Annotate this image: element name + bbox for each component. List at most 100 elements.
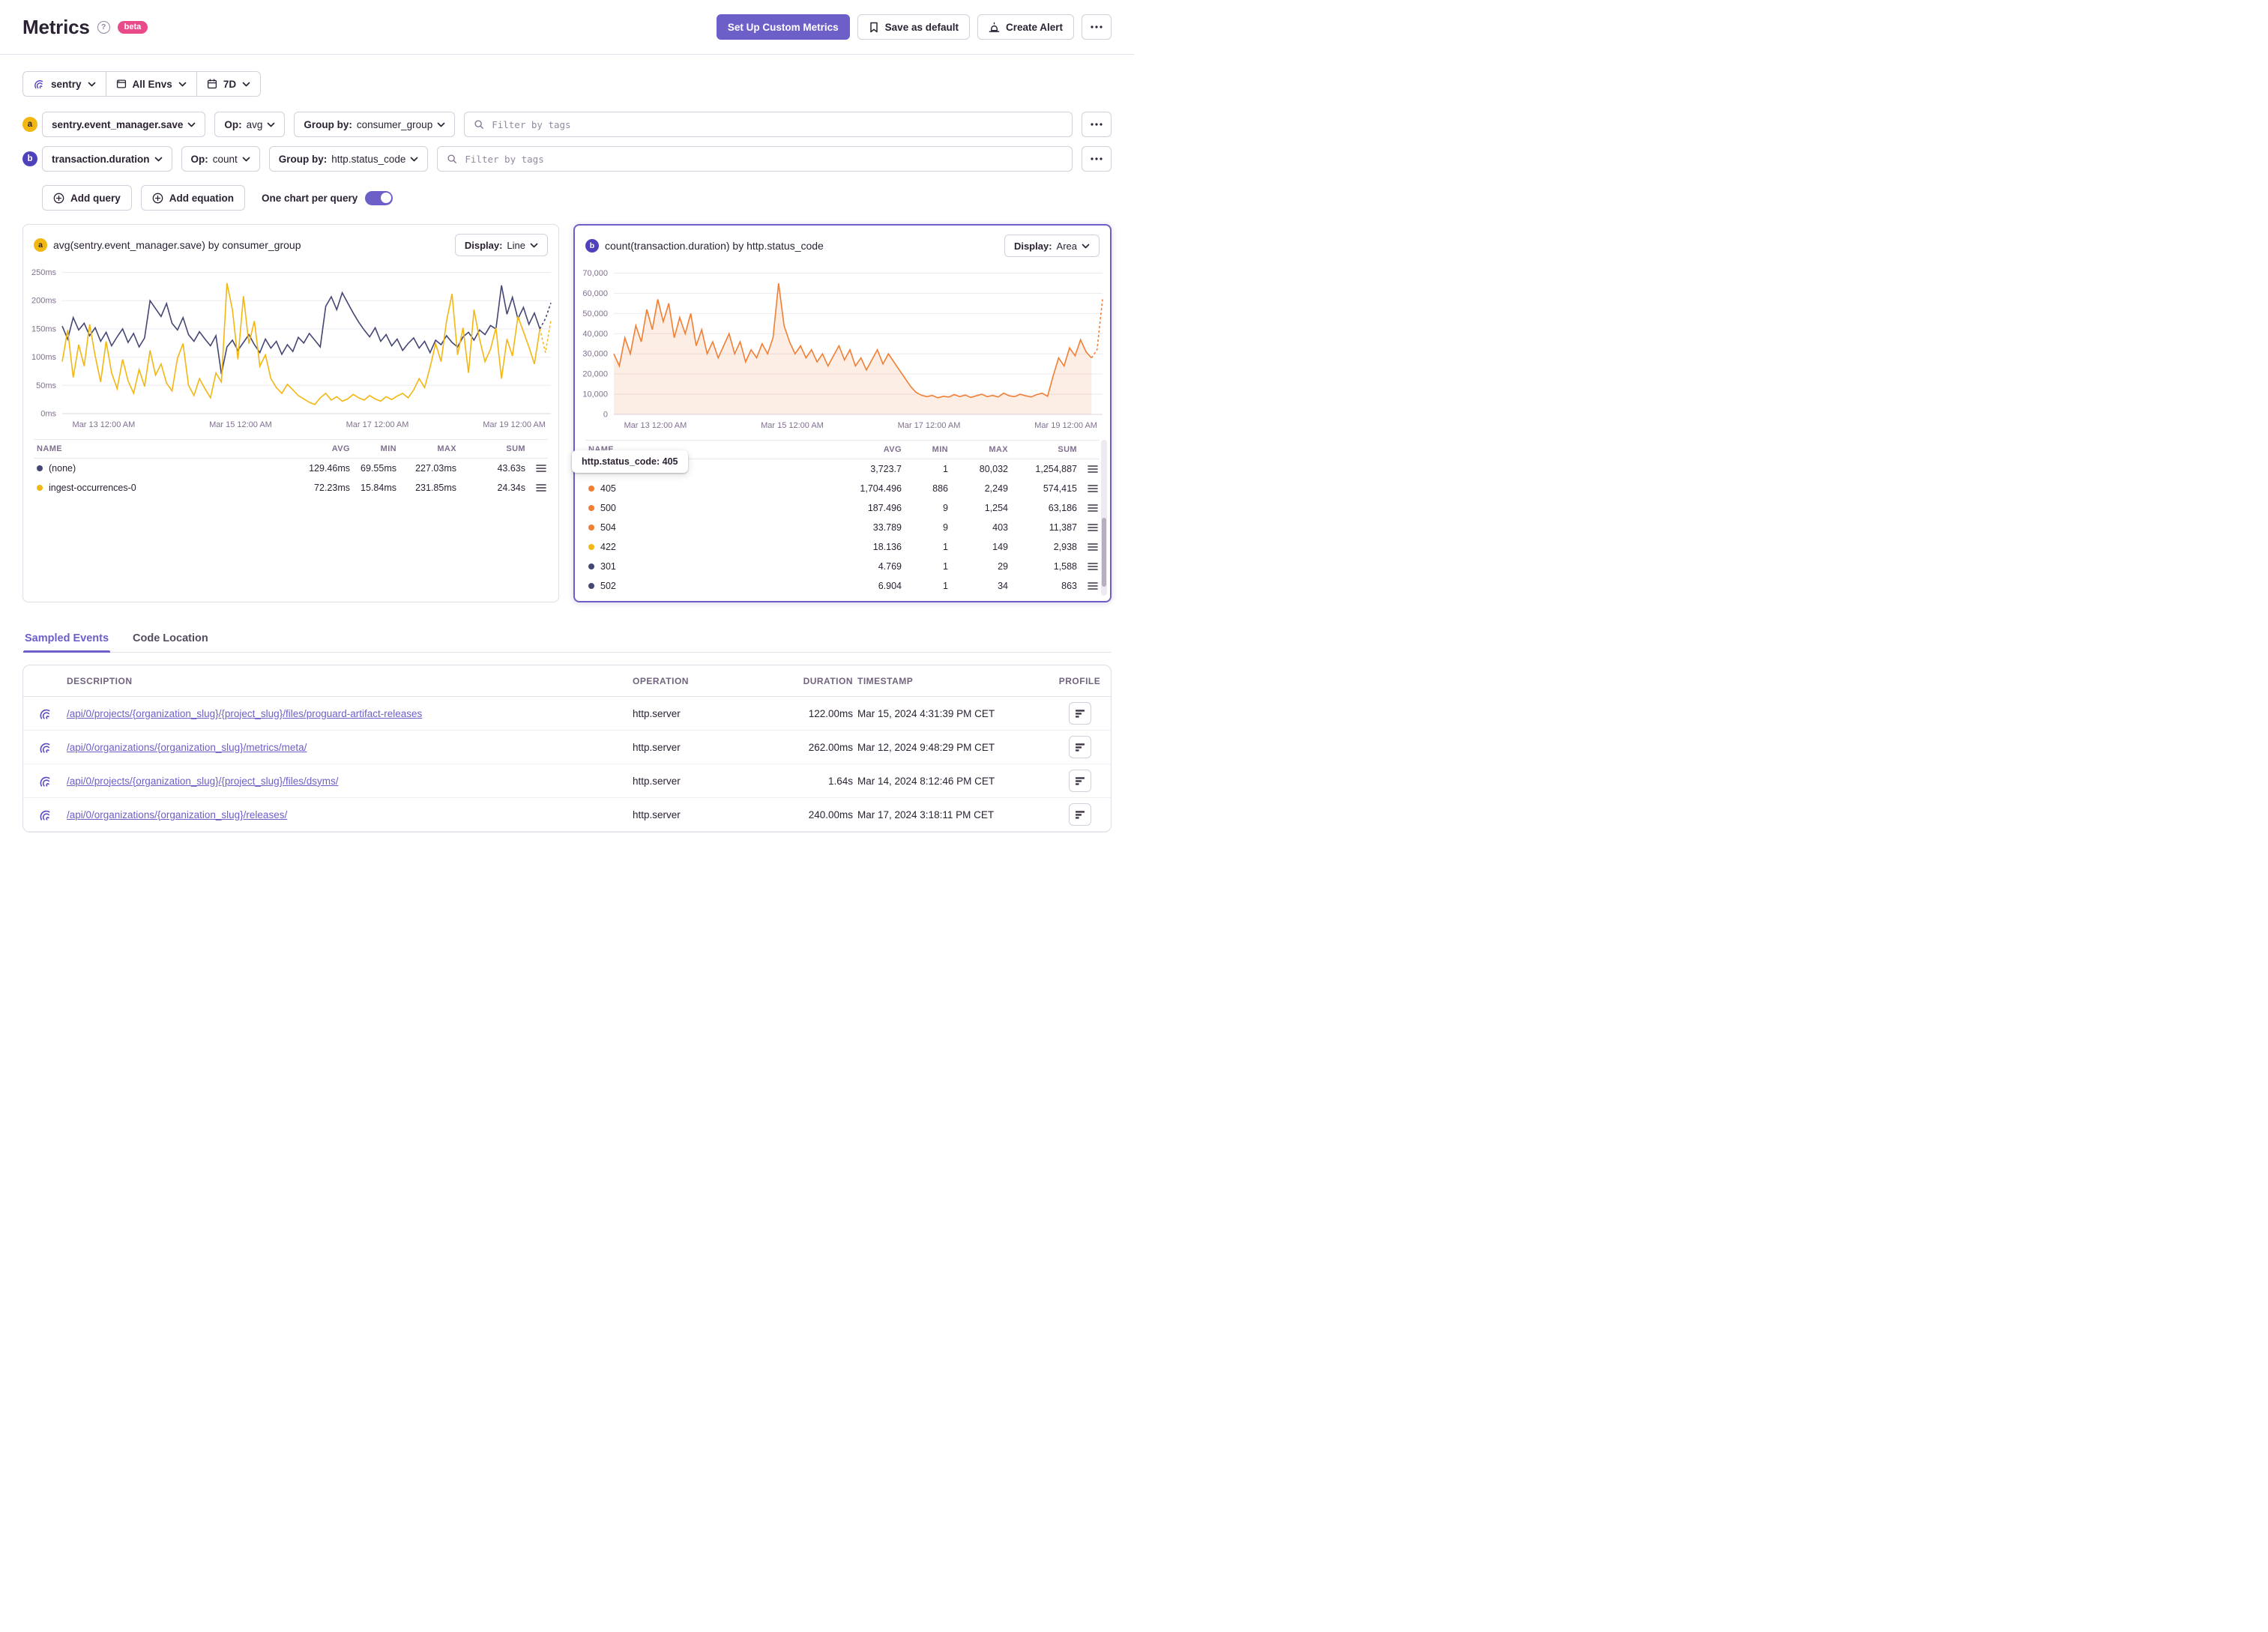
event-description-link[interactable]: /api/0/organizations/{organization_slug}… — [67, 809, 287, 820]
chart-panel-a-header: a avg(sentry.event_manager.save) by cons… — [23, 225, 558, 261]
table-scrollbar[interactable] — [1101, 440, 1107, 596]
row-options-icon[interactable] — [1077, 465, 1100, 474]
chevron-down-icon — [530, 243, 538, 248]
min-value: 1 — [943, 542, 948, 552]
avg-value: 1,704.496 — [860, 483, 902, 494]
operation-cell: http.server — [633, 741, 681, 753]
event-row: /api/0/projects/{organization_slug}/{pro… — [23, 697, 1111, 731]
svg-text:70,000: 70,000 — [582, 269, 608, 278]
tab-code-location[interactable]: Code Location — [131, 632, 210, 652]
event-row: /api/0/organizations/{organization_slug}… — [23, 798, 1111, 832]
op-label: Op: — [224, 118, 242, 130]
tag-filter-input-b[interactable] — [463, 152, 1063, 166]
row-options-icon[interactable] — [1077, 504, 1100, 513]
avg-value: 129.46ms — [309, 463, 350, 474]
header-more-button[interactable] — [1082, 14, 1112, 40]
summary-row: ingest-occurrences-0 72.23ms 15.84ms 231.85… — [34, 478, 548, 498]
summary-column-header: MAX — [989, 445, 1008, 454]
svg-text:Mar 17 12:00 AM: Mar 17 12:00 AM — [898, 421, 961, 430]
sum-value: 63,186 — [1048, 503, 1077, 513]
series-color-dot — [37, 485, 43, 491]
row-options-icon[interactable] — [525, 464, 548, 473]
project-filter[interactable]: sentry — [23, 72, 106, 96]
display-value: Area — [1056, 240, 1077, 252]
events-column-header: DESCRIPTION — [67, 675, 133, 686]
display-label: Display: — [1013, 240, 1052, 252]
op-value: count — [212, 153, 238, 165]
create-alert-label: Create Alert — [1005, 21, 1063, 33]
summary-column-header: SUM — [1058, 445, 1077, 454]
max-value: 2,249 — [984, 483, 1008, 494]
profile-button[interactable] — [1068, 736, 1091, 758]
avg-value: 33.789 — [872, 522, 902, 533]
help-icon[interactable]: ? — [97, 20, 110, 34]
save-as-default-button[interactable]: Save as default — [857, 14, 970, 40]
metric-select-a[interactable]: sentry.event_manager.save — [42, 112, 206, 137]
tag-filter-a — [464, 112, 1073, 137]
row-options-icon[interactable] — [1077, 523, 1100, 532]
query-more-button-a[interactable] — [1082, 112, 1112, 137]
sum-value: 574,415 — [1043, 483, 1077, 494]
line-chart[interactable]: 0ms 50ms 100ms 150ms 200ms 250ms Mar 13 12:00 … — [23, 261, 558, 433]
display-select-a[interactable]: Display: Line — [454, 234, 548, 256]
environment-filter[interactable]: All Envs — [105, 72, 196, 96]
chevron-down-icon — [410, 157, 418, 162]
display-select-b[interactable]: Display: Area — [1004, 235, 1100, 257]
op-select-b[interactable]: Op: count — [181, 146, 260, 172]
one-chart-per-query-toggle[interactable] — [365, 190, 393, 205]
summary-column-header: MIN — [380, 444, 396, 453]
groupby-value: http.status_code — [331, 153, 406, 165]
groupby-value: consumer_group — [356, 118, 433, 130]
plus-icon — [53, 193, 64, 204]
setup-custom-metrics-button[interactable]: Set Up Custom Metrics — [716, 14, 850, 40]
scrollbar-thumb[interactable] — [1102, 518, 1106, 587]
display-label: Display: — [464, 239, 503, 251]
metric-select-b[interactable]: transaction.duration — [42, 146, 172, 172]
event-description-link[interactable]: /api/0/projects/{organization_slug}/{pro… — [67, 708, 422, 719]
add-equation-button[interactable]: Add equation — [140, 185, 246, 211]
page-title: Metrics — [22, 15, 90, 38]
chevron-down-icon — [437, 122, 445, 127]
profile-button[interactable] — [1068, 803, 1091, 826]
create-alert-button[interactable]: Create Alert — [977, 14, 1074, 40]
groupby-select-a[interactable]: Group by: consumer_group — [294, 112, 456, 137]
query-symbol-a: a — [22, 117, 37, 132]
max-value: 29 — [998, 561, 1008, 572]
summary-row: 422 18.136 1 149 2,938 — [585, 537, 1100, 557]
series-color-dot — [588, 583, 594, 589]
event-description-link[interactable]: /api/0/organizations/{organization_slug}… — [67, 742, 307, 753]
summary-column-header: SUM — [506, 444, 525, 453]
op-select-a[interactable]: Op: avg — [214, 112, 286, 137]
events-column-header: TIMESTAMP — [857, 675, 914, 686]
chart-panel-b[interactable]: b count(transaction.duration) by http.st… — [572, 224, 1112, 602]
area-chart[interactable]: 0 10,000 20,000 30,000 40,000 50,000 60,000 70,… — [575, 262, 1110, 434]
profile-button[interactable] — [1068, 770, 1091, 792]
svg-text:60,000: 60,000 — [582, 289, 608, 298]
tab-sampled-events[interactable]: Sampled Events — [23, 632, 111, 653]
row-options-icon[interactable] — [1077, 543, 1100, 551]
series-color-dot — [588, 525, 594, 531]
query-more-button-b[interactable] — [1082, 146, 1112, 172]
chevron-down-icon — [154, 157, 163, 162]
row-options-icon[interactable] — [1077, 484, 1100, 493]
summary-row: 502 6.904 1 34 863 — [585, 576, 1100, 596]
series-name: 502 — [600, 581, 616, 591]
row-options-icon[interactable] — [525, 483, 548, 492]
operation-cell: http.server — [633, 707, 681, 719]
series-name: 422 — [600, 542, 616, 552]
chevron-down-icon — [242, 157, 250, 162]
events-column-header: PROFILE — [1058, 675, 1101, 686]
row-options-icon[interactable] — [1077, 562, 1100, 571]
profile-button[interactable] — [1068, 702, 1091, 725]
date-range-filter[interactable]: 7D — [196, 72, 260, 96]
chart-panel-a[interactable]: a avg(sentry.event_manager.save) by cons… — [22, 224, 559, 602]
add-query-button[interactable]: Add query — [42, 185, 132, 211]
row-options-icon[interactable] — [1077, 581, 1100, 590]
min-value: 9 — [943, 522, 948, 533]
event-description-link[interactable]: /api/0/projects/{organization_slug}/{pro… — [67, 776, 338, 787]
groupby-select-b[interactable]: Group by: http.status_code — [268, 146, 429, 172]
svg-text:50ms: 50ms — [36, 381, 56, 390]
svg-text:100ms: 100ms — [31, 353, 57, 362]
duration-cell: 1.64s — [827, 775, 853, 787]
tag-filter-input-a[interactable] — [490, 118, 1063, 131]
